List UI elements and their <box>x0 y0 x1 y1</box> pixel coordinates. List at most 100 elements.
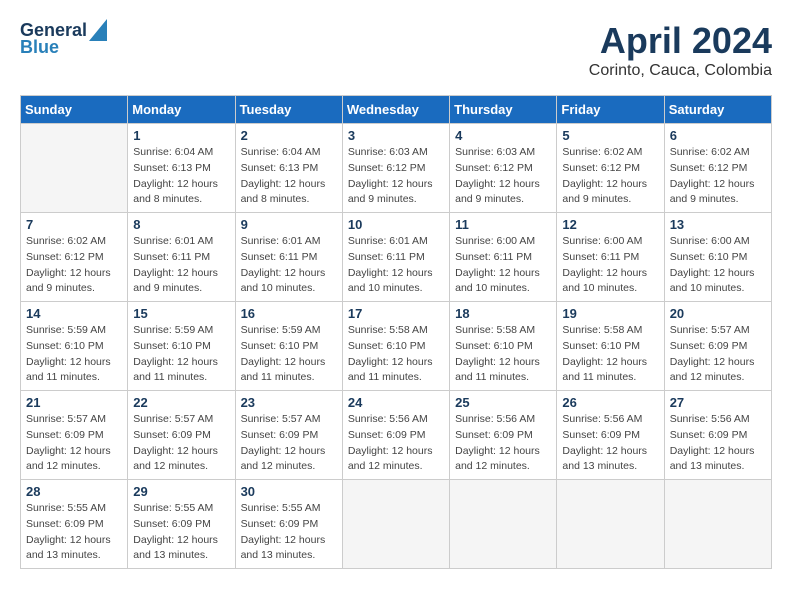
calendar-cell: 2 Sunrise: 6:04 AM Sunset: 6:13 PM Daylig… <box>235 124 342 213</box>
day-info: Sunrise: 6:01 AM Sunset: 6:11 PM Dayligh… <box>133 234 229 297</box>
page-header: General Blue April 2024 Corinto, Cauca, … <box>20 20 772 80</box>
day-info: Sunrise: 5:55 AM Sunset: 6:09 PM Dayligh… <box>133 501 229 564</box>
day-number: 1 <box>133 128 229 143</box>
day-info: Sunrise: 5:56 AM Sunset: 6:09 PM Dayligh… <box>455 412 551 475</box>
location-title: Corinto, Cauca, Colombia <box>589 62 772 80</box>
day-number: 19 <box>562 306 658 321</box>
calendar-cell: 29 Sunrise: 5:55 AM Sunset: 6:09 PM Dayli… <box>128 480 235 569</box>
day-number: 27 <box>670 395 766 410</box>
logo-blue: Blue <box>20 37 107 58</box>
day-number: 24 <box>348 395 444 410</box>
calendar-cell: 23 Sunrise: 5:57 AM Sunset: 6:09 PM Dayli… <box>235 391 342 480</box>
day-info: Sunrise: 6:03 AM Sunset: 6:12 PM Dayligh… <box>455 145 551 208</box>
calendar-cell: 16 Sunrise: 5:59 AM Sunset: 6:10 PM Dayli… <box>235 302 342 391</box>
day-info: Sunrise: 5:59 AM Sunset: 6:10 PM Dayligh… <box>133 323 229 386</box>
title-section: April 2024 Corinto, Cauca, Colombia <box>589 20 772 80</box>
calendar-week-4: 21 Sunrise: 5:57 AM Sunset: 6:09 PM Dayli… <box>21 391 772 480</box>
day-number: 11 <box>455 217 551 232</box>
day-info: Sunrise: 5:58 AM Sunset: 6:10 PM Dayligh… <box>348 323 444 386</box>
calendar-cell: 24 Sunrise: 5:56 AM Sunset: 6:09 PM Dayli… <box>342 391 449 480</box>
day-info: Sunrise: 5:55 AM Sunset: 6:09 PM Dayligh… <box>241 501 337 564</box>
day-number: 16 <box>241 306 337 321</box>
day-number: 25 <box>455 395 551 410</box>
calendar-cell: 9 Sunrise: 6:01 AM Sunset: 6:11 PM Daylig… <box>235 213 342 302</box>
day-number: 22 <box>133 395 229 410</box>
day-number: 4 <box>455 128 551 143</box>
header-tuesday: Tuesday <box>235 96 342 124</box>
day-number: 10 <box>348 217 444 232</box>
calendar-header-row: SundayMondayTuesdayWednesdayThursdayFrid… <box>21 96 772 124</box>
day-info: Sunrise: 5:56 AM Sunset: 6:09 PM Dayligh… <box>670 412 766 475</box>
calendar-cell: 14Sunrise: 5:59 AM Sunset: 6:10 PM Dayli… <box>21 302 128 391</box>
calendar-table: SundayMondayTuesdayWednesdayThursdayFrid… <box>20 95 772 569</box>
calendar-cell: 27 Sunrise: 5:56 AM Sunset: 6:09 PM Dayli… <box>664 391 771 480</box>
calendar-cell: 21 Sunrise: 5:57 AM Sunset: 6:09 PM Dayli… <box>21 391 128 480</box>
day-info: Sunrise: 6:02 AM Sunset: 6:12 PM Dayligh… <box>670 145 766 208</box>
day-number: 23 <box>241 395 337 410</box>
day-info: Sunrise: 5:56 AM Sunset: 6:09 PM Dayligh… <box>562 412 658 475</box>
day-number: 7 <box>26 217 122 232</box>
day-info: Sunrise: 5:55 AM Sunset: 6:09 PM Dayligh… <box>26 501 122 564</box>
header-wednesday: Wednesday <box>342 96 449 124</box>
day-info: Sunrise: 5:57 AM Sunset: 6:09 PM Dayligh… <box>670 323 766 386</box>
calendar-cell: 28 Sunrise: 5:55 AM Sunset: 6:09 PM Dayli… <box>21 480 128 569</box>
day-number: 21 <box>26 395 122 410</box>
calendar-cell: 25 Sunrise: 5:56 AM Sunset: 6:09 PM Dayli… <box>450 391 557 480</box>
calendar-week-2: 7 Sunrise: 6:02 AM Sunset: 6:12 PM Daylig… <box>21 213 772 302</box>
day-info: Sunrise: 6:04 AM Sunset: 6:13 PM Dayligh… <box>133 145 229 208</box>
day-info: Sunrise: 5:57 AM Sunset: 6:09 PM Dayligh… <box>133 412 229 475</box>
day-info: Sunrise: 5:57 AM Sunset: 6:09 PM Dayligh… <box>26 412 122 475</box>
day-number: 5 <box>562 128 658 143</box>
day-number: 2 <box>241 128 337 143</box>
day-number: 13 <box>670 217 766 232</box>
day-number: 30 <box>241 484 337 499</box>
day-number: 6 <box>670 128 766 143</box>
calendar-cell: 26 Sunrise: 5:56 AM Sunset: 6:09 PM Dayli… <box>557 391 664 480</box>
day-number: 8 <box>133 217 229 232</box>
header-monday: Monday <box>128 96 235 124</box>
calendar-week-1: 1 Sunrise: 6:04 AM Sunset: 6:13 PM Daylig… <box>21 124 772 213</box>
day-number: 29 <box>133 484 229 499</box>
day-number: 15 <box>133 306 229 321</box>
day-info: Sunrise: 6:04 AM Sunset: 6:13 PM Dayligh… <box>241 145 337 208</box>
calendar-cell <box>21 124 128 213</box>
calendar-cell <box>342 480 449 569</box>
day-number: 9 <box>241 217 337 232</box>
day-info: Sunrise: 6:01 AM Sunset: 6:11 PM Dayligh… <box>241 234 337 297</box>
calendar-cell: 11Sunrise: 6:00 AM Sunset: 6:11 PM Dayli… <box>450 213 557 302</box>
calendar-cell: 22 Sunrise: 5:57 AM Sunset: 6:09 PM Dayli… <box>128 391 235 480</box>
calendar-cell: 5 Sunrise: 6:02 AM Sunset: 6:12 PM Daylig… <box>557 124 664 213</box>
day-number: 28 <box>26 484 122 499</box>
calendar-cell: 20Sunrise: 5:57 AM Sunset: 6:09 PM Dayli… <box>664 302 771 391</box>
day-info: Sunrise: 6:03 AM Sunset: 6:12 PM Dayligh… <box>348 145 444 208</box>
day-info: Sunrise: 6:00 AM Sunset: 6:11 PM Dayligh… <box>562 234 658 297</box>
calendar-cell: 3Sunrise: 6:03 AM Sunset: 6:12 PM Daylig… <box>342 124 449 213</box>
calendar-cell: 18 Sunrise: 5:58 AM Sunset: 6:10 PM Dayli… <box>450 302 557 391</box>
header-friday: Friday <box>557 96 664 124</box>
day-info: Sunrise: 6:01 AM Sunset: 6:11 PM Dayligh… <box>348 234 444 297</box>
day-number: 26 <box>562 395 658 410</box>
calendar-cell: 19 Sunrise: 5:58 AM Sunset: 6:10 PM Dayli… <box>557 302 664 391</box>
day-number: 14 <box>26 306 122 321</box>
day-info: Sunrise: 5:56 AM Sunset: 6:09 PM Dayligh… <box>348 412 444 475</box>
day-info: Sunrise: 6:02 AM Sunset: 6:12 PM Dayligh… <box>562 145 658 208</box>
calendar-cell: 13Sunrise: 6:00 AM Sunset: 6:10 PM Dayli… <box>664 213 771 302</box>
calendar-cell: 4 Sunrise: 6:03 AM Sunset: 6:12 PM Daylig… <box>450 124 557 213</box>
calendar-cell: 6 Sunrise: 6:02 AM Sunset: 6:12 PM Daylig… <box>664 124 771 213</box>
calendar-cell: 10 Sunrise: 6:01 AM Sunset: 6:11 PM Dayli… <box>342 213 449 302</box>
calendar-week-5: 28 Sunrise: 5:55 AM Sunset: 6:09 PM Dayli… <box>21 480 772 569</box>
day-number: 17 <box>348 306 444 321</box>
calendar-cell: 15 Sunrise: 5:59 AM Sunset: 6:10 PM Dayli… <box>128 302 235 391</box>
day-info: Sunrise: 5:59 AM Sunset: 6:10 PM Dayligh… <box>241 323 337 386</box>
day-info: Sunrise: 6:02 AM Sunset: 6:12 PM Dayligh… <box>26 234 122 297</box>
day-number: 18 <box>455 306 551 321</box>
logo: General Blue <box>20 20 107 58</box>
calendar-cell <box>450 480 557 569</box>
calendar-cell: 7 Sunrise: 6:02 AM Sunset: 6:12 PM Daylig… <box>21 213 128 302</box>
calendar-cell <box>557 480 664 569</box>
month-title: April 2024 <box>589 20 772 62</box>
day-info: Sunrise: 5:58 AM Sunset: 6:10 PM Dayligh… <box>562 323 658 386</box>
header-saturday: Saturday <box>664 96 771 124</box>
day-info: Sunrise: 5:57 AM Sunset: 6:09 PM Dayligh… <box>241 412 337 475</box>
day-info: Sunrise: 5:58 AM Sunset: 6:10 PM Dayligh… <box>455 323 551 386</box>
